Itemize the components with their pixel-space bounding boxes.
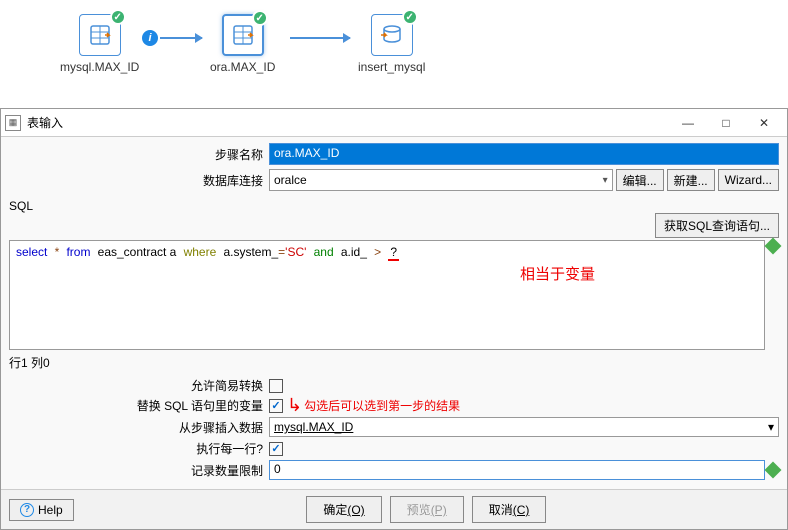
flow-node-ora-maxid[interactable]: ✓ ora.MAX_ID <box>210 14 275 74</box>
check-badge-icon: ✓ <box>110 9 126 25</box>
dialog-title: 表输入 <box>27 114 669 131</box>
flow-node-mysql-maxid[interactable]: ✓ mysql.MAX_ID <box>60 14 139 74</box>
limit-label: 记录数量限制 <box>9 462 269 479</box>
sql-section-label: SQL <box>1 197 787 213</box>
annotation-variable: 相当于变量 <box>520 263 595 284</box>
cursor-position-label: 行1 列0 <box>1 350 787 375</box>
db-connection-value: oralce <box>274 173 307 187</box>
check-badge-icon: ✓ <box>402 9 418 25</box>
step-name-label: 步骤名称 <box>9 146 269 163</box>
simple-conv-label: 允许简易转换 <box>9 377 269 394</box>
flow-arrow <box>160 37 202 39</box>
cancel-button[interactable]: 取消(C) <box>472 496 547 523</box>
maximize-button[interactable]: □ <box>707 111 745 135</box>
node-label: ora.MAX_ID <box>210 60 275 74</box>
flow-node-insert-mysql[interactable]: ✓ insert_mysql <box>358 14 425 74</box>
minimize-button[interactable]: — <box>669 111 707 135</box>
limit-input[interactable]: 0 <box>269 460 765 480</box>
insert-from-label: 从步骤插入数据 <box>9 419 269 436</box>
preview-button[interactable]: 预览(P) <box>390 496 464 523</box>
close-button[interactable]: ✕ <box>745 111 783 135</box>
replace-var-label: 替换 SQL 语句里的变量 <box>9 397 269 414</box>
insert-from-combo[interactable]: mysql.MAX_ID ▾ <box>269 417 779 437</box>
db-new-button[interactable]: 新建... <box>667 169 715 191</box>
insert-from-value: mysql.MAX_ID <box>274 420 353 434</box>
exec-each-checkbox[interactable]: ✓ <box>269 442 283 456</box>
help-icon: ? <box>20 503 34 517</box>
annotation-checkbox-hint: ↳勾选后可以选到第一步的结果 <box>287 395 460 416</box>
step-name-input[interactable]: ora.MAX_ID <box>269 143 779 165</box>
table-input-icon <box>231 23 255 47</box>
diamond-handle-icon[interactable] <box>765 238 782 255</box>
db-edit-button[interactable]: 编辑... <box>616 169 664 191</box>
flow-canvas[interactable]: ✓ mysql.MAX_ID i ✓ ora.MAX_ID ✓ insert_m… <box>0 0 788 100</box>
titlebar[interactable]: ▦ 表输入 — □ ✕ <box>1 109 787 137</box>
exec-each-label: 执行每一行? <box>9 440 269 457</box>
node-label: mysql.MAX_ID <box>60 60 139 74</box>
help-button[interactable]: ? Help <box>9 499 74 521</box>
chevron-down-icon: ▾ <box>603 175 608 186</box>
db-wizard-button[interactable]: Wizard... <box>718 169 779 191</box>
dialog-icon: ▦ <box>5 115 21 131</box>
db-connection-combo[interactable]: oralce ▾ <box>269 169 613 191</box>
check-badge-icon: ✓ <box>252 10 268 26</box>
sql-editor[interactable]: select * from eas_contract a where a.sys… <box>9 240 765 350</box>
ok-button[interactable]: 确定(O) <box>306 496 381 523</box>
simple-conv-checkbox[interactable] <box>269 379 283 393</box>
node-label: insert_mysql <box>358 60 425 74</box>
button-bar: ? Help 确定(O) 预览(P) 取消(C) <box>1 489 787 529</box>
replace-var-checkbox[interactable]: ✓ <box>269 399 283 413</box>
info-badge-icon: i <box>142 30 158 46</box>
table-output-icon <box>380 23 404 47</box>
diamond-handle-icon[interactable] <box>765 462 782 479</box>
chevron-down-icon: ▾ <box>768 420 774 434</box>
get-sql-button[interactable]: 获取SQL查询语句... <box>655 213 779 238</box>
flow-arrow <box>290 37 350 39</box>
table-input-icon <box>88 23 112 47</box>
table-input-dialog: ▦ 表输入 — □ ✕ 步骤名称 ora.MAX_ID 数据库连接 oralce… <box>0 108 788 530</box>
db-connection-label: 数据库连接 <box>9 172 269 189</box>
